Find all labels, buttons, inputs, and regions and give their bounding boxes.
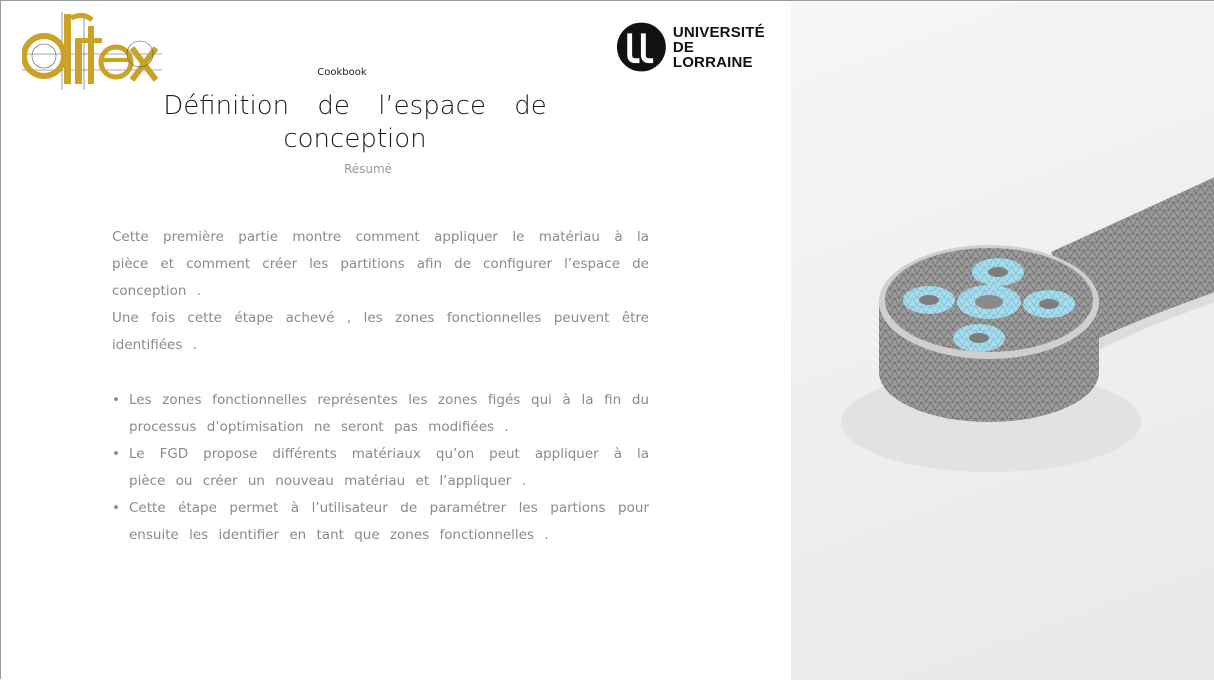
- content-panel: UNIVERSITÉ DE LORRAINE Cookbook Définiti…: [2, 2, 791, 680]
- university-line-1: UNIVERSITÉ: [672, 23, 765, 41]
- cookbook-label: Cookbook: [317, 67, 367, 78]
- bullet-icon: •: [112, 392, 120, 408]
- model-render-panel: [791, 2, 1214, 680]
- intro-text: Cette première partie montre comment app…: [112, 224, 649, 359]
- bullet-text: Le FGD propose différents matériaux qu’o…: [129, 446, 649, 489]
- bullet-icon: •: [112, 500, 120, 516]
- university-line-2: DE LORRAINE: [672, 38, 753, 71]
- bullet-icon: •: [112, 446, 120, 462]
- ditex-logo: [22, 12, 162, 90]
- slide: UNIVERSITÉ DE LORRAINE Cookbook Définiti…: [0, 0, 1214, 680]
- intro-paragraph-1: Cette première partie montre comment app…: [112, 229, 649, 299]
- bullet-item: • Les zones fonctionnelles représentes l…: [112, 387, 649, 441]
- meshed-part-render: [841, 177, 1214, 472]
- bullet-item: • Le FGD propose différents matériaux qu…: [112, 441, 649, 495]
- ul-emblem-icon: [616, 22, 666, 72]
- slide-subtitle: Résumé: [343, 162, 393, 176]
- bullet-text: Les zones fonctionnelles représentes les…: [129, 392, 649, 435]
- slide-title: Définition de l’espace de conception: [163, 91, 547, 154]
- bullet-list: • Les zones fonctionnelles représentes l…: [112, 387, 649, 549]
- universite-de-lorraine-logo: UNIVERSITÉ DE LORRAINE: [616, 20, 776, 74]
- intro-paragraph-2: Une fois cette étape achevé , les zones …: [112, 310, 649, 353]
- bullet-text: Cette étape permet à l’utilisateur de pa…: [129, 500, 649, 543]
- university-name: UNIVERSITÉ DE LORRAINE: [673, 25, 776, 70]
- bullet-item: • Cette étape permet à l’utilisateur de …: [112, 495, 649, 549]
